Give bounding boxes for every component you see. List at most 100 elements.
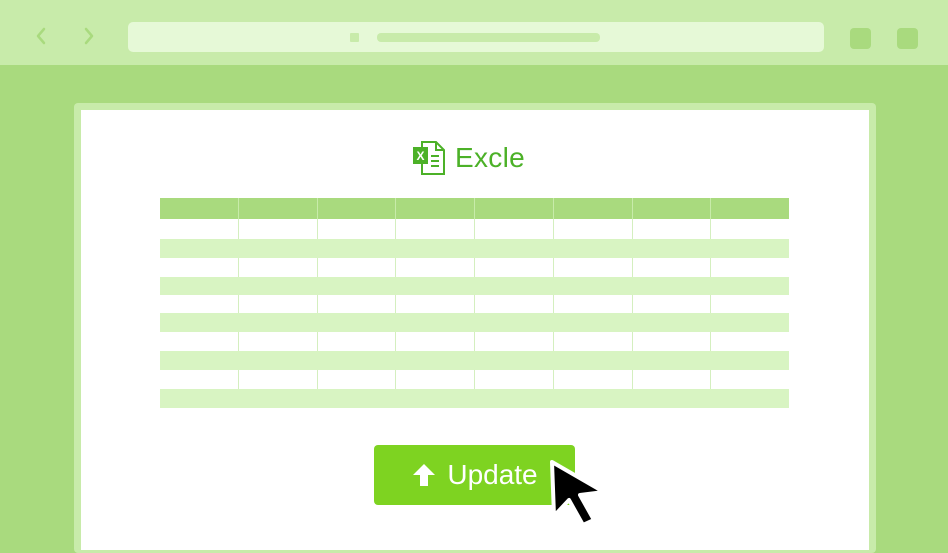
table-cell[interactable] xyxy=(396,370,475,389)
back-button[interactable] xyxy=(31,24,51,48)
table-cell[interactable] xyxy=(239,198,318,219)
table-cell[interactable] xyxy=(239,332,318,351)
table-cell[interactable] xyxy=(475,239,554,258)
table-cell[interactable] xyxy=(239,239,318,258)
table-cell[interactable] xyxy=(318,351,396,370)
table-cell[interactable] xyxy=(475,313,554,332)
table-cell[interactable] xyxy=(239,277,318,295)
table-cell[interactable] xyxy=(160,258,239,277)
table-cell[interactable] xyxy=(711,332,789,351)
table-cell[interactable] xyxy=(318,198,396,219)
table-cell[interactable] xyxy=(633,295,711,313)
table-cell[interactable] xyxy=(396,351,475,370)
table-cell[interactable] xyxy=(554,313,633,332)
table-cell[interactable] xyxy=(554,389,633,408)
table-cell[interactable] xyxy=(711,351,789,370)
table-row xyxy=(160,351,789,370)
table-cell[interactable] xyxy=(633,198,711,219)
table-cell[interactable] xyxy=(318,313,396,332)
table-cell[interactable] xyxy=(318,332,396,351)
table-cell[interactable] xyxy=(160,219,239,239)
table-cell[interactable] xyxy=(554,198,633,219)
lock-icon xyxy=(350,33,359,42)
table-cell[interactable] xyxy=(318,295,396,313)
table-cell[interactable] xyxy=(160,370,239,389)
table-cell[interactable] xyxy=(396,198,475,219)
table-cell[interactable] xyxy=(711,258,789,277)
table-cell[interactable] xyxy=(711,277,789,295)
table-cell[interactable] xyxy=(475,219,554,239)
table-cell[interactable] xyxy=(396,389,475,408)
table-cell[interactable] xyxy=(396,258,475,277)
table-cell[interactable] xyxy=(633,258,711,277)
table-cell[interactable] xyxy=(633,239,711,258)
table-cell[interactable] xyxy=(633,332,711,351)
table-cell[interactable] xyxy=(711,239,789,258)
table-cell[interactable] xyxy=(475,277,554,295)
excel-file-icon: X xyxy=(413,141,445,175)
table-cell[interactable] xyxy=(554,332,633,351)
browser-toolbar xyxy=(0,0,948,65)
table-cell[interactable] xyxy=(554,277,633,295)
table-cell[interactable] xyxy=(475,370,554,389)
table-cell[interactable] xyxy=(711,198,789,219)
table-cell[interactable] xyxy=(396,239,475,258)
table-cell[interactable] xyxy=(396,277,475,295)
table-cell[interactable] xyxy=(475,389,554,408)
table-cell[interactable] xyxy=(633,313,711,332)
table-cell[interactable] xyxy=(633,370,711,389)
table-cell[interactable] xyxy=(554,295,633,313)
table-cell[interactable] xyxy=(318,277,396,295)
table-cell[interactable] xyxy=(554,370,633,389)
table-cell[interactable] xyxy=(475,332,554,351)
window-button[interactable] xyxy=(850,28,871,49)
table-cell[interactable] xyxy=(633,219,711,239)
table-cell[interactable] xyxy=(318,258,396,277)
table-cell[interactable] xyxy=(554,351,633,370)
svg-text:X: X xyxy=(416,149,424,163)
table-cell[interactable] xyxy=(633,277,711,295)
table-cell[interactable] xyxy=(239,351,318,370)
forward-button[interactable] xyxy=(79,24,99,48)
table-cell[interactable] xyxy=(239,313,318,332)
table-cell[interactable] xyxy=(318,370,396,389)
table-cell[interactable] xyxy=(239,389,318,408)
table-cell[interactable] xyxy=(160,277,239,295)
table-cell[interactable] xyxy=(554,239,633,258)
address-bar[interactable] xyxy=(128,22,824,52)
table-cell[interactable] xyxy=(711,370,789,389)
table-cell[interactable] xyxy=(318,239,396,258)
table-cell[interactable] xyxy=(160,313,239,332)
table-cell[interactable] xyxy=(475,295,554,313)
table-cell[interactable] xyxy=(239,258,318,277)
table-cell[interactable] xyxy=(633,389,711,408)
table-cell[interactable] xyxy=(318,219,396,239)
table-cell[interactable] xyxy=(160,239,239,258)
table-cell[interactable] xyxy=(554,258,633,277)
table-cell[interactable] xyxy=(475,198,554,219)
table-cell[interactable] xyxy=(396,219,475,239)
table-cell[interactable] xyxy=(160,295,239,313)
table-cell[interactable] xyxy=(160,198,239,219)
window-button[interactable] xyxy=(897,28,918,49)
title-row: X Excle xyxy=(411,138,525,178)
table-cell[interactable] xyxy=(711,389,789,408)
table-cell[interactable] xyxy=(711,295,789,313)
table-cell[interactable] xyxy=(396,295,475,313)
table-cell[interactable] xyxy=(160,351,239,370)
table-cell[interactable] xyxy=(554,219,633,239)
table-cell[interactable] xyxy=(239,370,318,389)
table-cell[interactable] xyxy=(239,295,318,313)
table-cell[interactable] xyxy=(160,389,239,408)
table-cell[interactable] xyxy=(396,313,475,332)
table-cell[interactable] xyxy=(475,351,554,370)
table-cell[interactable] xyxy=(475,258,554,277)
table-cell[interactable] xyxy=(396,332,475,351)
table-cell[interactable] xyxy=(711,313,789,332)
table-cell[interactable] xyxy=(239,219,318,239)
table-cell[interactable] xyxy=(160,332,239,351)
table-cell[interactable] xyxy=(633,351,711,370)
table-row xyxy=(160,389,789,408)
table-cell[interactable] xyxy=(318,389,396,408)
table-cell[interactable] xyxy=(711,219,789,239)
